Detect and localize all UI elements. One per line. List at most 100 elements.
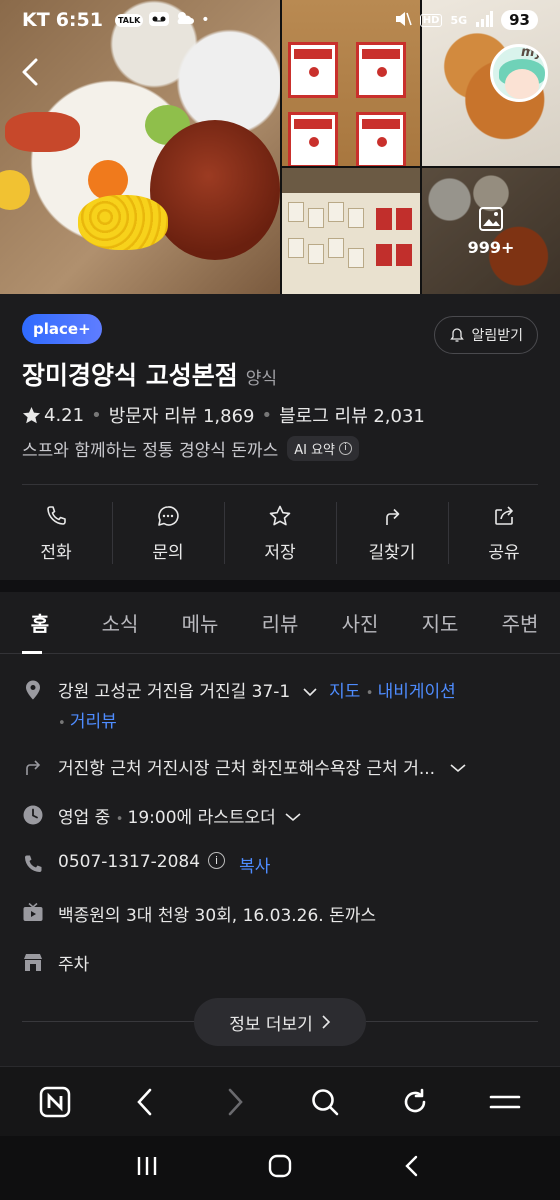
phone-number[interactable]: 0507-1317-2084 [58,852,200,872]
parking-row: 주차 [22,950,538,975]
network-label: 5G [450,13,468,27]
directions-arrow-icon [26,760,41,775]
divider [22,484,538,485]
parking-text: 주차 [58,955,90,975]
photo-collage[interactable]: 999+ [0,0,560,294]
arrow-forward-icon [228,1088,243,1115]
clock: 6:51 [55,9,103,31]
inquiry-button[interactable]: 문의 [112,486,224,580]
bell-plus-icon [450,328,465,342]
nearby-text: 거진항 근처 거진시장 근처 화진포해수욕장 근처 거... [58,759,436,779]
save-button[interactable]: 저장 [224,486,336,580]
share-label: 공유 [488,542,520,563]
naver-home-button[interactable] [37,1084,73,1120]
voicemail-icon [149,9,170,31]
hamburger-menu-icon [489,1095,521,1108]
street-view-link[interactable]: 거리뷰 [70,712,117,732]
notification-label: 알림받기 [471,328,523,344]
system-navigation-bar [0,1136,560,1200]
share-icon [495,505,513,525]
action-bar: 전화 문의 저장 길찾기 공유 [0,486,560,580]
tv-icon [23,902,43,921]
battery-level: 93 [501,10,538,30]
my-avatar[interactable]: my [490,44,548,102]
tab-nearby[interactable]: 주변 [480,592,560,653]
tv-row: 백종원의 3대 천왕 30회, 16.03.26. 돈까스 [22,901,538,926]
phone-info-icon[interactable]: i [208,852,226,869]
signal-icon [475,10,494,30]
system-back-button[interactable] [400,1153,426,1183]
search-icon [312,1088,339,1115]
mute-icon [394,11,412,30]
tab-reviews[interactable]: 리뷰 [240,592,320,653]
star-filled-icon [22,406,41,423]
navigation-link[interactable]: 내비게이션 [378,682,456,702]
photo-main-dish[interactable] [0,0,280,294]
chat-bubble-icon [158,505,179,526]
browser-forward-button[interactable] [217,1084,253,1120]
talk-notification-icon: TALK [114,13,144,27]
image-icon [479,207,503,231]
map-link[interactable]: 지도 [329,682,360,702]
recent-apps-icon [137,1157,156,1175]
more-info-button[interactable]: 정보 더보기 [194,998,366,1046]
review-stats: 4.21 • 방문자 리뷰 1,869 • 블로그 리뷰 2,031 [22,402,425,428]
directions-button[interactable]: 길찾기 [336,486,448,580]
directions-label: 길찾기 [368,542,416,563]
recent-apps-button[interactable] [134,1153,160,1183]
place-header: place+ 알림받기 장미경양식 고성본점 양식 4.21 • 방문자 리뷰 … [0,294,560,484]
ai-summary-label: AI 요약 [294,443,335,458]
place-category: 양식 [245,369,277,389]
ai-summary-chip[interactable]: AI 요약 i [287,436,359,461]
my-label-icon: my [520,45,543,60]
hd-icon: HD [419,13,443,27]
hours-row[interactable]: 영업 중 • 19:00에 라스트오더 [22,803,538,828]
address-text: 강원 고성군 거진읍 거진길 37-1 [58,682,291,702]
tab-news[interactable]: 소식 [80,592,160,653]
arrow-back-icon [137,1088,152,1115]
tab-map[interactable]: 지도 [400,592,480,653]
tab-photos[interactable]: 사진 [320,592,400,653]
place-description: 스프와 함께하는 정통 경양식 돈까스 [22,441,279,461]
section-gap [0,580,560,592]
clock-icon [23,805,43,825]
refresh-icon [404,1088,426,1112]
copy-link[interactable]: 복사 [239,852,270,877]
hours-detail: 19:00에 라스트오더 [127,808,276,828]
phone-icon [47,505,66,525]
tab-menu[interactable]: 메뉴 [160,592,240,653]
more-info-label: 정보 더보기 [229,1014,313,1035]
back-button[interactable] [16,52,46,92]
dot-icon: • [201,12,210,28]
home-circle-icon [268,1154,292,1178]
notification-button[interactable]: 알림받기 [434,316,538,354]
browser-menu-button[interactable] [487,1084,523,1120]
hours-status: 영업 중 [58,808,111,828]
browser-reload-button[interactable] [397,1084,433,1120]
store-icon [24,954,42,971]
call-button[interactable]: 전화 [0,486,112,580]
chevron-down-icon[interactable] [449,763,467,773]
tab-home[interactable]: 홈 [0,592,80,654]
blog-reviews-link[interactable]: 블로그 리뷰 2,031 [279,402,425,428]
back-chevron-icon [405,1155,418,1177]
photo-more[interactable]: 999+ [422,168,560,294]
photo-wall-signatures[interactable] [282,168,420,294]
place-plus-badge: place+ [22,314,102,344]
browser-toolbar [0,1066,560,1136]
visitor-reviews-link[interactable]: 방문자 리뷰 1,869 [109,402,255,428]
inquiry-label: 문의 [152,542,184,563]
place-title: 장미경양식 고성본점 [22,361,238,390]
browser-search-button[interactable] [307,1084,343,1120]
tv-appearance-text: 백종원의 3대 천왕 30회, 16.03.26. 돈까스 [58,906,377,926]
share-button[interactable]: 공유 [448,486,560,580]
browser-back-button[interactable] [127,1084,163,1120]
nearby-row[interactable]: 거진항 근처 거진시장 근처 화진포해수욕장 근처 거... [22,754,538,779]
chevron-left-icon [22,58,38,86]
weather-icon [175,9,195,31]
call-label: 전화 [40,542,72,563]
chevron-down-icon[interactable] [302,687,318,697]
home-button[interactable] [267,1153,293,1183]
carrier-label: KT [22,9,50,31]
chevron-down-icon[interactable] [284,812,302,822]
